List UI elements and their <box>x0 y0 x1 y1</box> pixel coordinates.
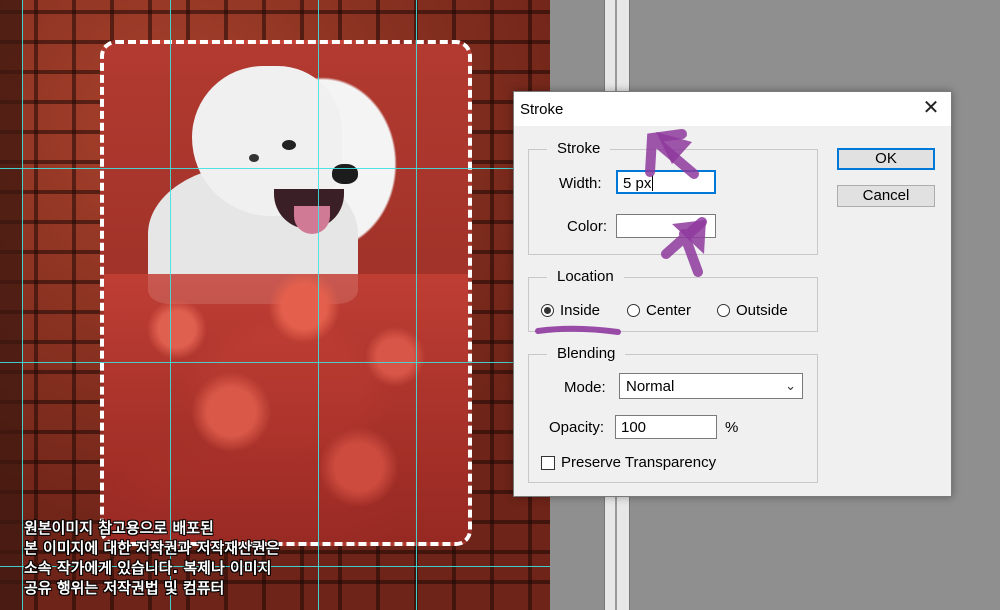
radio-center-label: Center <box>646 302 692 319</box>
radio-outside[interactable]: Outside <box>717 302 807 322</box>
opacity-input[interactable]: 100 <box>615 415 717 439</box>
mode-select[interactable]: Normal ⌄ <box>619 373 803 399</box>
guide-line-vertical[interactable] <box>416 0 417 610</box>
radio-outside-label: Outside <box>736 302 788 319</box>
dog-nose <box>332 164 358 184</box>
width-label: Width: <box>559 175 602 192</box>
annotation-underline-inside <box>535 325 621 335</box>
mode-label: Mode: <box>564 379 606 396</box>
guide-line-horizontal[interactable] <box>0 362 550 363</box>
guide-line-vertical[interactable] <box>22 0 23 610</box>
radio-inside-circle[interactable] <box>541 304 554 317</box>
annotation-arrow-width <box>645 129 699 179</box>
blending-group-legend: Blending <box>547 345 626 363</box>
radio-center[interactable]: Center <box>627 302 707 322</box>
blending-group: Blending Mode: Normal ⌄ Opacity: 100 % P… <box>528 345 818 483</box>
chevron-down-icon[interactable]: ⌄ <box>785 378 796 394</box>
opacity-unit: % <box>725 419 739 436</box>
mode-value: Normal <box>626 378 675 395</box>
cancel-button[interactable]: Cancel <box>837 185 935 207</box>
watermark-line: 원본이미지 참고용으로 배포된 <box>24 519 214 537</box>
red-flowers <box>104 274 468 542</box>
ok-button[interactable]: OK <box>837 148 935 170</box>
watermark-line: 본 이미지에 대한 저작권과 저작재산권은 <box>24 539 280 557</box>
annotation-arrow-color <box>661 217 707 277</box>
stroke-group-legend: Stroke <box>547 140 611 158</box>
watermark-line: 소속 작가에게 있습니다. 복제나 이미지 <box>24 559 272 577</box>
location-group-legend: Location <box>547 268 624 286</box>
dialog-title-bar[interactable]: Stroke ✕ <box>514 92 951 126</box>
opacity-label: Opacity: <box>549 419 605 436</box>
dog-eye <box>282 140 296 150</box>
radio-inside-label: Inside <box>560 302 601 319</box>
preserve-transparency-checkbox[interactable] <box>541 456 555 470</box>
dialog-title: Stroke <box>520 101 564 118</box>
stroke-dialog: Stroke ✕ Stroke Width: 5 px Color: Locat… <box>513 91 952 497</box>
preserve-transparency-label[interactable]: Preserve Transparency <box>561 454 716 471</box>
image-canvas[interactable]: 원본이미지 참고용으로 배포된 본 이미지에 대한 저작권과 저작재산권은 소속… <box>0 0 550 610</box>
dog-eye <box>249 154 259 162</box>
guide-line-horizontal[interactable] <box>0 168 550 169</box>
watermark-line: 공유 행위는 저작권법 및 컴퓨터 <box>24 579 225 597</box>
canvas-texture-edge <box>0 0 22 610</box>
opacity-value: 100 <box>621 419 647 436</box>
color-label: Color: <box>567 218 608 235</box>
radio-inside[interactable]: Inside <box>541 302 621 322</box>
radio-outside-circle[interactable] <box>717 304 730 317</box>
copyright-watermark: 원본이미지 참고용으로 배포된 본 이미지에 대한 저작권과 저작재산권은 소속… <box>24 518 354 598</box>
close-icon[interactable]: ✕ <box>915 94 947 122</box>
radio-center-circle[interactable] <box>627 304 640 317</box>
